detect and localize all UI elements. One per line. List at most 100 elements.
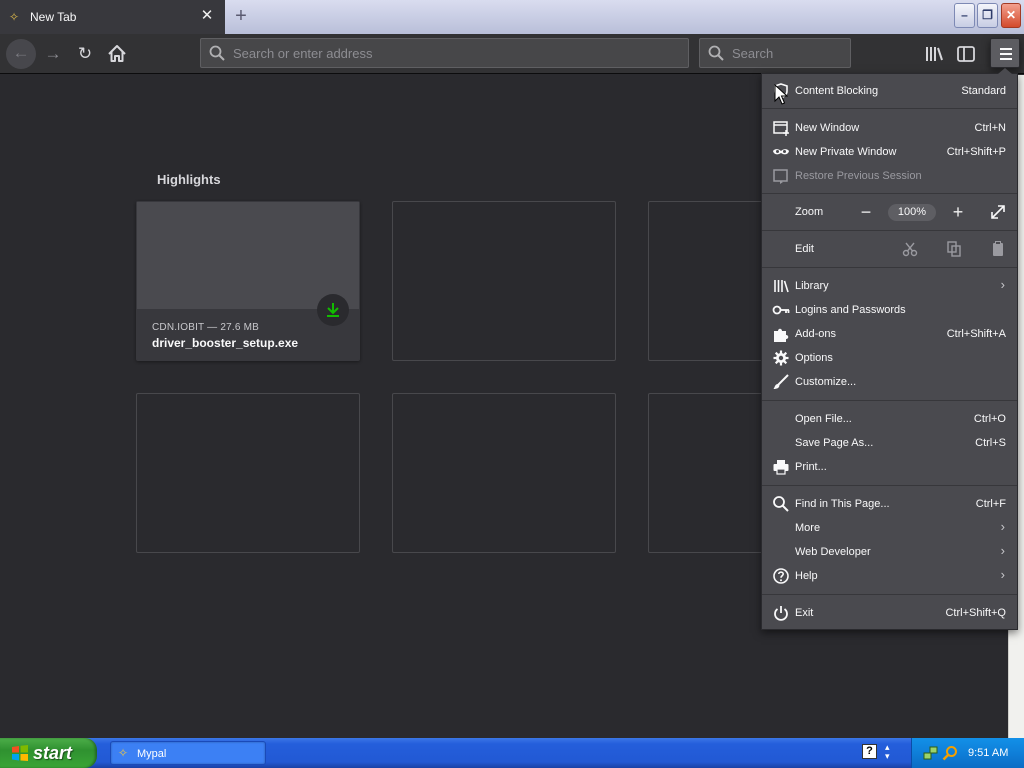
reload-icon[interactable]: ↻ [71, 40, 99, 68]
card-filename: driver_booster_setup.exe [152, 336, 299, 350]
window-close-button[interactable]: ✕ [1001, 3, 1021, 28]
tray-expand-icon[interactable]: ▴ ▾ [885, 743, 890, 761]
highlight-card-download[interactable]: CDN.IOBIT — 27.6 MB driver_booster_setup… [136, 201, 360, 361]
zoom-in-button[interactable]: + [947, 202, 969, 224]
gear-icon [773, 350, 789, 366]
menu-item-label: Exit [795, 607, 814, 619]
highlight-card-empty [392, 393, 616, 553]
tab-favicon-icon: ✧ [9, 10, 20, 24]
menu-item-options[interactable]: Options [762, 346, 1017, 370]
menu-item-customize[interactable]: Customize... [762, 370, 1017, 394]
menu-separator [762, 400, 1017, 401]
menu-separator [762, 485, 1017, 486]
new-tab-plus-icon[interactable]: + [230, 4, 252, 28]
library-icon [774, 280, 789, 293]
menu-item-label: New Window [795, 122, 860, 134]
menu-item-open-file[interactable]: Open File... Ctrl+O [762, 407, 1017, 431]
network-tray-icon[interactable] [923, 745, 939, 761]
menu-item-content-blocking[interactable]: Content Blocking Standard [762, 79, 1017, 103]
menu-item-label: New Private Window [795, 146, 897, 158]
menu-separator [762, 230, 1017, 231]
menu-item-label: More [795, 522, 821, 534]
address-input[interactable] [233, 44, 663, 62]
paste-icon[interactable] [989, 240, 1007, 258]
search-icon [708, 45, 724, 61]
window-restore-button[interactable]: ❐ [977, 3, 998, 28]
tab-new-tab[interactable]: ✧ New Tab ✕ [0, 0, 225, 34]
system-tray: 9:51 AM [911, 738, 1024, 768]
menu-separator [762, 267, 1017, 268]
menu-item-label: Edit [795, 243, 814, 255]
menu-item-shortcut: Ctrl+Shift+Q [945, 607, 1006, 619]
menu-item-label: Save Page As... [795, 437, 874, 449]
menu-item-save-page[interactable]: Save Page As... Ctrl+S [762, 431, 1017, 455]
forward-arrow-icon[interactable]: → [39, 40, 67, 68]
back-arrow-icon[interactable]: ← [6, 39, 36, 69]
fullscreen-icon[interactable] [989, 203, 1007, 221]
search-icon [773, 496, 789, 512]
menu-item-label: Logins and Passwords [795, 304, 906, 316]
card-host: CDN.IOBIT — 27.6 MB [152, 322, 259, 333]
home-icon[interactable] [103, 40, 131, 68]
sidebar-icon[interactable] [952, 40, 980, 68]
address-bar[interactable] [200, 38, 689, 68]
menu-item-shortcut: Ctrl+S [975, 437, 1006, 449]
menu-item-logins[interactable]: Logins and Passwords [762, 298, 1017, 322]
chevron-right-icon: › [1000, 519, 1005, 534]
menu-item-shortcut: Ctrl+Shift+A [946, 328, 1006, 340]
help-icon [773, 568, 789, 584]
restore-icon [773, 169, 788, 184]
printer-icon [773, 460, 789, 475]
copy-icon[interactable] [945, 240, 963, 258]
menu-item-web-developer[interactable]: Web Developer › [762, 540, 1017, 564]
tab-strip: ✧ New Tab ✕ + – ❐ ✕ [0, 0, 1024, 34]
brush-icon [773, 374, 789, 389]
menu-item-find[interactable]: Find in This Page... Ctrl+F [762, 492, 1017, 516]
content-blocking-status: Standard [961, 85, 1006, 97]
menu-item-edit: Edit [762, 237, 1017, 263]
menu-item-exit[interactable]: Exit Ctrl+Shift+Q [762, 601, 1017, 625]
screen: ✧ New Tab ✕ + – ❐ ✕ ← → ↻ Search or ente… [0, 0, 1024, 768]
chevron-right-icon: › [1000, 567, 1005, 582]
menu-item-library[interactable]: Library › [762, 274, 1017, 298]
search-bar[interactable] [699, 38, 851, 68]
zoom-reset-button[interactable]: 100% [888, 204, 936, 221]
cut-icon[interactable] [901, 240, 919, 258]
taskbar-item-label: Mypal [137, 748, 167, 760]
start-button[interactable]: start [0, 738, 97, 768]
power-icon [774, 606, 788, 621]
menu-item-addons[interactable]: Add-ons Ctrl+Shift+A [762, 322, 1017, 346]
menu-item-label: Options [795, 352, 833, 364]
menu-item-label: Help [795, 570, 818, 582]
hamburger-menu-icon[interactable] [990, 38, 1020, 68]
taskbar-item-mypal[interactable]: ✧ Mypal [110, 741, 266, 765]
menu-item-label: Customize... [795, 376, 857, 388]
window-minimize-button[interactable]: – [954, 3, 975, 28]
tab-close-icon[interactable]: ✕ [200, 8, 214, 24]
menu-item-label: Library [795, 280, 829, 292]
download-icon [317, 294, 349, 326]
library-icon[interactable] [920, 40, 948, 68]
menu-item-label: Zoom [795, 206, 824, 218]
highlight-card-empty [392, 201, 616, 361]
puzzle-icon [774, 328, 789, 342]
menu-item-new-window[interactable]: New Window Ctrl+N [762, 116, 1017, 140]
menu-item-more[interactable]: More › [762, 516, 1017, 540]
menu-item-shortcut: Ctrl+N [974, 122, 1006, 134]
menu-item-label: Find in This Page... [795, 498, 890, 510]
help-tray-icon[interactable]: ? [862, 744, 877, 759]
menu-item-label: Web Developer [795, 546, 871, 558]
menu-item-shortcut: Ctrl+O [973, 413, 1006, 425]
mask-icon [773, 149, 789, 155]
mouse-cursor-icon [774, 84, 788, 105]
windows-flag-icon [12, 745, 28, 761]
zoom-out-button[interactable]: − [855, 202, 877, 224]
search-tray-icon[interactable] [942, 745, 958, 761]
menu-item-print[interactable]: Print... [762, 455, 1017, 479]
menu-item-new-private-window[interactable]: New Private Window Ctrl+Shift+P [762, 140, 1017, 164]
start-label: start [33, 743, 73, 763]
search-input[interactable] [732, 44, 832, 62]
menu-item-help[interactable]: Help › [762, 564, 1017, 588]
menu-item-label: Open File... [795, 413, 852, 425]
menu-item-zoom: Zoom − 100% + [762, 200, 1017, 226]
